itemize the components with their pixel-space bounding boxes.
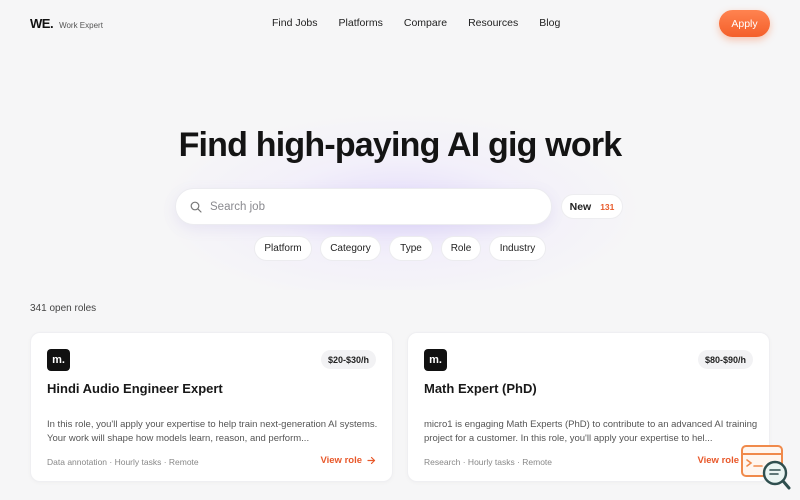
page-title: Find high-paying AI gig work	[178, 126, 623, 164]
filter-category[interactable]: Category	[320, 236, 381, 261]
job-card[interactable]: m. $80-$90/h Math Expert (PhD) micro1 is…	[407, 332, 770, 482]
job-title[interactable]: Hindi Audio Engineer Expert	[47, 381, 223, 396]
nav-blog[interactable]: Blog	[539, 17, 560, 29]
view-role-label: View role	[320, 455, 362, 466]
job-description: micro1 is engaging Math Experts (PhD) to…	[424, 419, 758, 444]
filter-industry[interactable]: Industry	[489, 236, 546, 261]
nav-platforms[interactable]: Platforms	[339, 17, 383, 29]
chat-search-icon	[741, 445, 791, 490]
job-description: In this role, you'll apply your expertis…	[47, 419, 378, 444]
filter-role[interactable]: Role	[441, 236, 481, 261]
new-count-badge: 131	[600, 201, 615, 212]
view-role-link[interactable]: View role	[320, 455, 376, 466]
pay-badge: $80-$90/h	[697, 350, 753, 369]
chat-search-widget[interactable]	[740, 444, 792, 492]
search-input[interactable]	[210, 200, 530, 213]
logo[interactable]: WE. Work Expert	[30, 16, 103, 31]
nav-compare[interactable]: Compare	[404, 17, 447, 29]
nav-resources[interactable]: Resources	[468, 17, 518, 29]
arrow-right-icon	[367, 456, 376, 465]
company-logo: m.	[424, 349, 447, 371]
pay-badge: $20-$30/h	[320, 350, 376, 369]
job-tags: Data annotation · Hourly tasks · Remote	[47, 457, 199, 467]
new-jobs-toggle[interactable]: New 131	[561, 194, 623, 219]
job-card[interactable]: m. $20-$30/h Hindi Audio Engineer Expert…	[30, 332, 393, 482]
search-bar[interactable]	[175, 188, 552, 225]
filter-platform[interactable]: Platform	[254, 236, 312, 261]
view-role-label: View role	[697, 455, 739, 466]
logo-text: Work Expert	[59, 21, 103, 30]
new-label: New	[569, 200, 592, 213]
apply-button[interactable]: Apply	[719, 10, 770, 37]
open-roles-count: 341 open roles	[30, 303, 97, 314]
job-tags: Research · Hourly tasks · Remote	[424, 457, 553, 467]
search-icon	[190, 201, 202, 213]
logo-mark: WE.	[30, 16, 54, 31]
filter-type[interactable]: Type	[389, 236, 433, 261]
main-nav: Find Jobs Platforms Compare Resources Bl…	[272, 17, 560, 29]
nav-find-jobs[interactable]: Find Jobs	[272, 17, 318, 29]
job-title[interactable]: Math Expert (PhD)	[424, 381, 537, 396]
company-logo: m.	[47, 349, 70, 371]
site-header: WE. Work Expert Find Jobs Platforms Comp…	[0, 0, 800, 48]
